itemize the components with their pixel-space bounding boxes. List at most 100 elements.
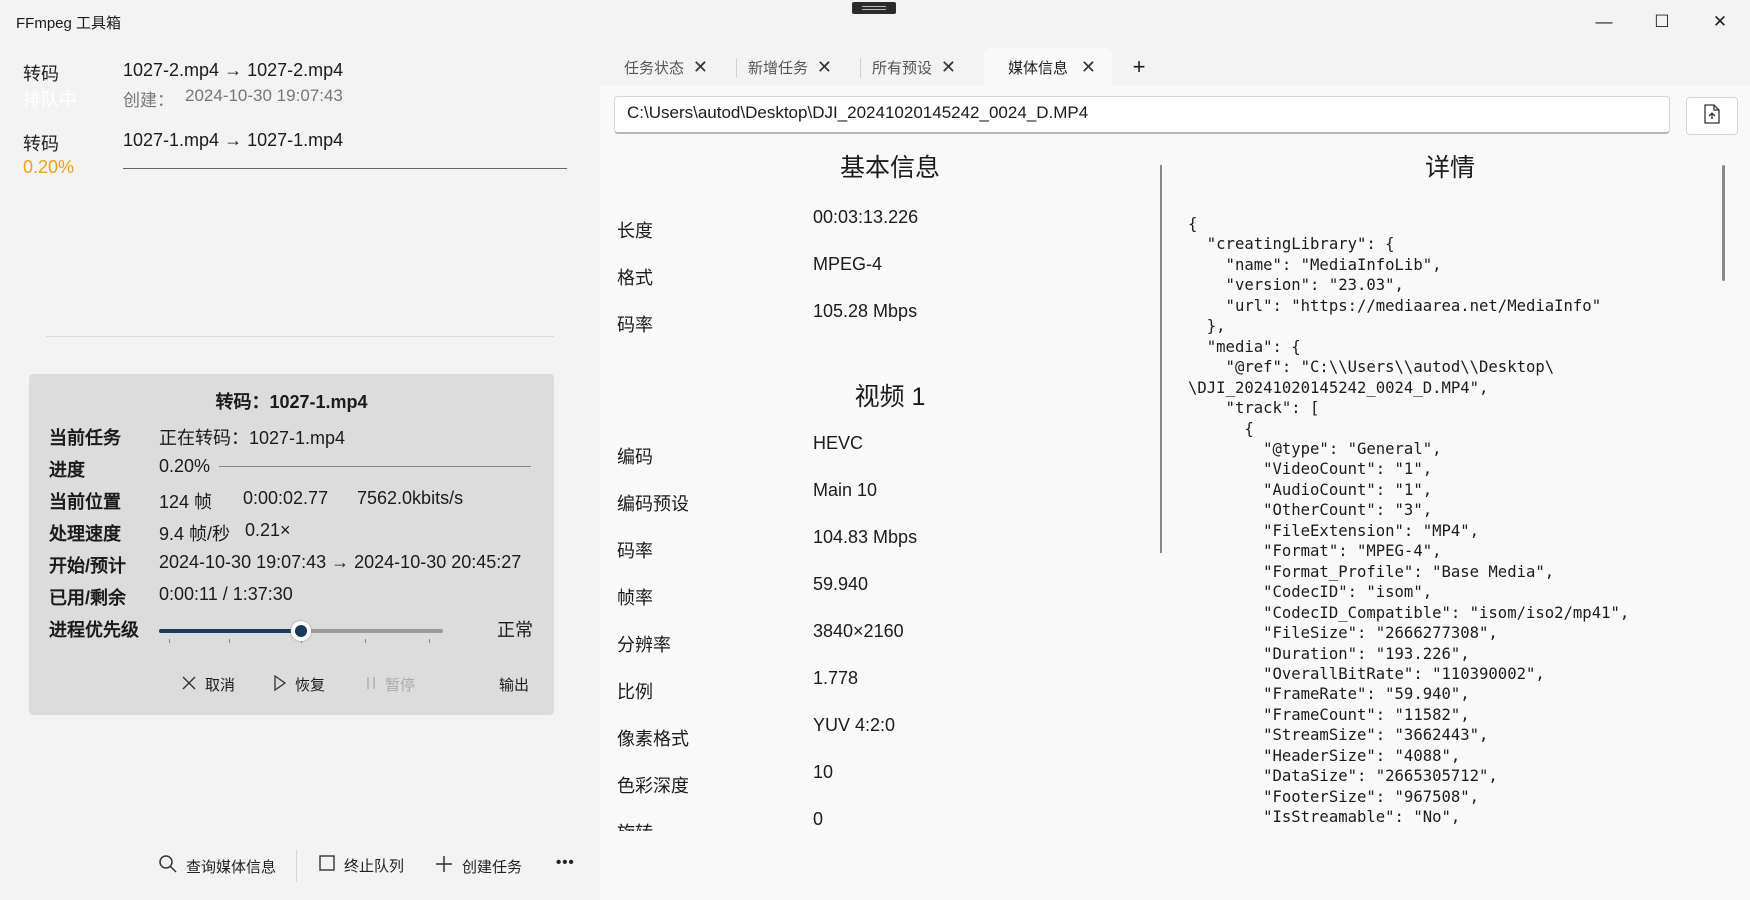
info-value: 3840×2160 <box>813 621 904 641</box>
cancel-button[interactable]: 取消 <box>181 674 235 695</box>
info-key: 旋转 <box>617 819 653 831</box>
info-value: YUV 4:2:0 <box>813 715 896 735</box>
pane-splitter[interactable] <box>1160 165 1162 553</box>
video-heading: 视频 1 <box>854 383 926 411</box>
info-value: MPEG-4 <box>813 254 883 274</box>
pause-icon <box>365 675 377 695</box>
more-icon: ••• <box>556 854 575 871</box>
file-icon <box>1703 103 1721 129</box>
details-heading: 详情 <box>1424 154 1475 182</box>
speed-label: 处理速度 <box>49 524 121 544</box>
tab-label: 任务状态 <box>624 59 685 77</box>
progress-label: 进度 <box>49 460 85 480</box>
tab-all-presets[interactable]: 所有预设 ✕ <box>848 48 972 86</box>
info-key: 比例 <box>617 682 653 702</box>
task-progress-bar <box>123 168 567 169</box>
pause-button[interactable]: 暂停 <box>365 674 415 695</box>
minimize-button[interactable]: — <box>1575 0 1633 44</box>
task-item-running[interactable]: 转码 0.20% 1027-1.mp4 → 1027-1.mp4 <box>0 122 600 182</box>
position-label: 当前位置 <box>49 492 121 512</box>
drag-handle[interactable] <box>852 2 896 14</box>
query-media-label: 查询媒体信息 <box>186 858 277 876</box>
position-frames: 124 帧 <box>159 492 213 512</box>
basic-info-heading: 基本信息 <box>839 154 940 182</box>
priority-value: 正常 <box>497 620 533 640</box>
stop-queue-label: 终止队列 <box>344 857 405 875</box>
plus-icon <box>434 854 454 878</box>
progress-value: 0.20% <box>159 456 211 476</box>
cancel-label: 取消 <box>205 677 236 694</box>
tab-new-task[interactable]: 新增任务 ✕ <box>724 48 848 86</box>
info-key: 编码预设 <box>617 494 689 514</box>
info-key: 像素格式 <box>617 729 689 749</box>
priority-slider-thumb[interactable] <box>291 621 311 641</box>
create-task-button[interactable]: 创建任务 <box>434 854 522 878</box>
info-key: 分辨率 <box>617 635 671 655</box>
current-task-label: 当前任务 <box>49 428 121 448</box>
play-icon <box>273 674 287 695</box>
resume-button[interactable]: 恢复 <box>273 674 325 695</box>
more-button[interactable]: ••• <box>556 854 575 871</box>
priority-slider-fill <box>159 629 301 633</box>
detail-title: 转码：1027-1.mp4 <box>215 392 368 412</box>
info-value: HEVC <box>813 433 864 453</box>
open-file-button[interactable] <box>1686 97 1738 135</box>
close-icon[interactable]: ✕ <box>1081 57 1096 78</box>
task-created-time: 2024-10-30 19:07:43 <box>185 86 343 105</box>
info-value: 10 <box>813 762 834 782</box>
title-bar: FFmpeg 工具箱 — ☐ ✕ <box>0 0 1750 44</box>
stop-queue-button[interactable]: 终止队列 <box>318 854 404 876</box>
slider-tick <box>429 639 430 643</box>
elapsed-label: 已用/剩余 <box>49 588 127 608</box>
tab-label: 媒体信息 <box>1008 59 1069 77</box>
info-key: 码率 <box>617 541 653 561</box>
info-value: 104.83 Mbps <box>813 527 918 547</box>
close-icon[interactable]: ✕ <box>941 57 956 78</box>
info-value: 0 <box>813 809 824 829</box>
info-key: 长度 <box>617 221 653 241</box>
task-detail-card: 转码：1027-1.mp4 当前任务 正在转码：1027-1.mp4 进度 0.… <box>29 374 554 715</box>
query-media-button[interactable]: 查询媒体信息 <box>158 854 276 878</box>
tab-media-info[interactable]: 媒体信息 ✕ <box>984 48 1112 86</box>
close-icon[interactable]: ✕ <box>693 57 708 78</box>
info-value: 00:03:13.226 <box>813 207 919 227</box>
file-path-input[interactable]: C:\Users\autod\Desktop\DJI_2024102014524… <box>614 96 1670 134</box>
pause-label: 暂停 <box>385 677 416 694</box>
tab-label: 新增任务 <box>748 59 809 77</box>
task-created-label: 创建： <box>123 91 174 110</box>
priority-label: 进程优先级 <box>49 620 139 640</box>
start-eta-label: 开始/预计 <box>49 556 127 576</box>
close-icon[interactable]: ✕ <box>817 57 832 78</box>
task-type: 转码 <box>23 64 59 84</box>
tab-task-status[interactable]: 任务状态 ✕ <box>600 48 724 86</box>
resume-label: 恢复 <box>295 677 326 694</box>
add-tab-button[interactable]: + <box>1124 50 1154 84</box>
minimize-icon: — <box>1595 12 1613 31</box>
task-status: 排队中 <box>23 90 77 110</box>
task-progress-text: 0.20% <box>23 157 75 177</box>
task-item-queued[interactable]: 转码 排队中 1027-2.mp4 → 1027-2.mp4 创建： 2024-… <box>0 50 600 110</box>
create-task-label: 创建任务 <box>462 858 523 876</box>
progress-bar <box>219 466 531 467</box>
speed-fps: 9.4 帧/秒 <box>159 524 231 544</box>
toolbar-separator <box>296 850 297 882</box>
details-scrollbar[interactable] <box>1722 165 1725 281</box>
info-value: 59.940 <box>813 574 869 594</box>
current-task-value: 正在转码：1027-1.mp4 <box>159 428 346 448</box>
position-bitrate: 7562.0kbits/s <box>357 488 464 508</box>
info-key: 格式 <box>617 268 653 288</box>
tab-label: 所有预设 <box>872 59 933 77</box>
start-eta-value: 2024-10-30 19:07:43 → 2024-10-30 20:45:2… <box>159 552 522 572</box>
output-button[interactable]: 输出 <box>499 674 529 695</box>
close-icon <box>181 675 197 695</box>
close-button[interactable]: ✕ <box>1691 0 1749 44</box>
plus-icon: + <box>1132 54 1146 79</box>
task-type: 转码 <box>23 134 59 154</box>
slider-tick <box>365 639 366 643</box>
info-key: 编码 <box>617 447 653 467</box>
maximize-button[interactable]: ☐ <box>1633 0 1691 44</box>
details-json-text: { "creatingLibrary": { "name": "MediaInf… <box>1188 215 1657 831</box>
search-icon <box>158 854 178 878</box>
info-key: 色彩深度 <box>617 776 689 796</box>
close-icon: ✕ <box>1712 12 1728 31</box>
